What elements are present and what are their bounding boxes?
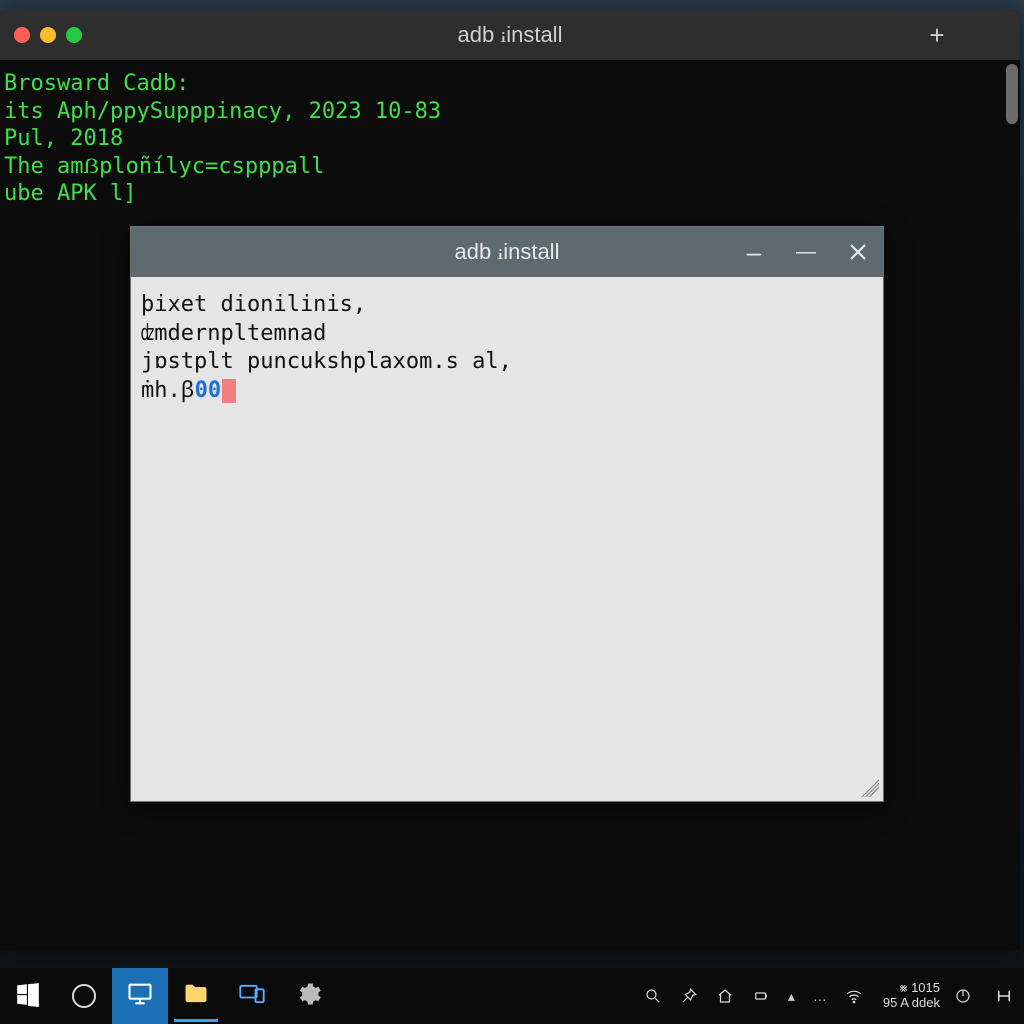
monitor-icon [126,980,154,1013]
dialog-window: adb ꭵinstall þixet dioոilinis, ʣmdernplt… [130,226,884,802]
dialog-restore-button[interactable] [789,235,823,269]
terminal-line: Brosward Cadb: [0,70,1020,98]
resize-grip[interactable] [861,779,879,797]
gear-icon [294,980,322,1013]
terminal-title-actions [920,18,1010,52]
windows-icon [15,981,41,1012]
tray-search-icon[interactable] [640,983,666,1009]
taskbar-left [0,968,336,1024]
taskbar: ▴ … ⨳ 1015 95 A ddek [0,968,1024,1024]
dialog-titlebar[interactable]: adb ꭵinstall [131,227,883,277]
terminal-line: The amẞploñílyc=cspppall [0,153,1020,181]
tray-power-icon[interactable] [950,983,976,1009]
terminal-line: ube APK l] [0,180,1020,208]
taskbar-tray: ▴ … ⨳ 1015 95 A ddek [640,968,1024,1024]
dialog-line-prefix: ṁh.ꞵ [141,378,195,403]
text-cursor [222,379,236,403]
search-icon [72,984,96,1008]
dialog-highlight: 00 [195,378,222,403]
dialog-close-button[interactable] [841,235,875,269]
terminal-titlebar[interactable]: adb ꭵinstall [0,10,1020,60]
tray-home-icon[interactable] [712,983,738,1009]
task-view-button[interactable] [994,986,1014,1006]
dialog-line: ṁh.ꞵ00 [141,377,873,406]
tray-dots[interactable]: … [809,988,831,1004]
dialog-title-actions [737,235,875,269]
dialog-title: adb ꭵinstall [455,239,560,265]
tray-stat-bottom: 95 A ddek [883,996,940,1011]
terminal-line: Pul, 2018 [0,125,1020,153]
tray-battery-icon[interactable] [748,983,774,1009]
folder-icon [182,980,210,1013]
terminal-title: adb ꭵinstall [0,22,1020,48]
taskbar-app-devices[interactable] [224,968,280,1024]
dialog-line: þixet dioոilinis, [141,291,873,320]
dialog-minimize-button[interactable] [737,235,771,269]
search-button[interactable] [56,968,112,1024]
taskbar-app-monitor[interactable] [112,968,168,1024]
dialog-line: ʣmdernpltemnad [141,320,873,349]
taskbar-app-settings[interactable] [280,968,336,1024]
terminal-line: its Aph/ppySupppinacy, 2023 10-83 [0,98,1020,126]
tray-overflow-chevron[interactable]: ▴ [784,988,799,1005]
taskbar-app-explorer[interactable] [168,968,224,1024]
tray-pin-icon[interactable] [676,983,702,1009]
devices-icon [238,980,266,1013]
start-button[interactable] [0,968,56,1024]
close-window-button[interactable] [976,18,1010,52]
dialog-line: jɒstplt puncukshplaxom.s al, [141,348,873,377]
tray-network-icon[interactable] [841,983,867,1009]
terminal-scrollbar[interactable] [1006,64,1018,950]
tray-stats[interactable]: ⨳ 1015 95 A ddek [883,981,940,1011]
dialog-body[interactable]: þixet dioոilinis, ʣmdernpltemnad jɒstplt… [131,277,883,801]
terminal-scrollbar-thumb[interactable] [1006,64,1018,124]
tray-stat-top: ⨳ 1015 [883,981,940,996]
new-tab-button[interactable] [920,18,954,52]
